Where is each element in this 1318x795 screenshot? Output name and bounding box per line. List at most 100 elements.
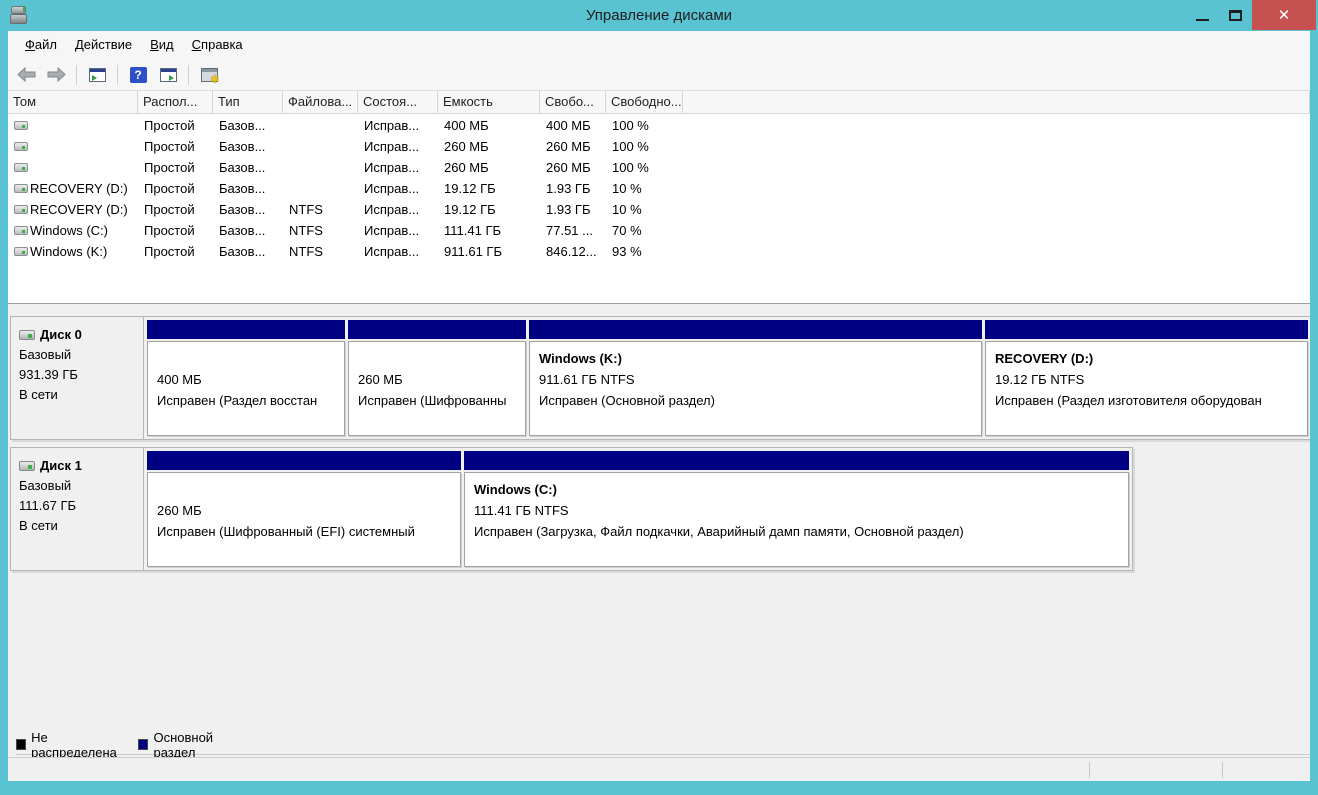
cell-layout: Простой: [138, 177, 213, 198]
close-button[interactable]: ✕: [1252, 0, 1316, 30]
title-bar[interactable]: Управление дисками ✕: [0, 0, 1318, 31]
table-row[interactable]: Простой Базов... Исправ... 260 МБ 260 МБ…: [8, 156, 1310, 177]
cell-filesystem: NTFS: [283, 240, 358, 261]
toolbar: ? ✱: [8, 59, 1310, 91]
cell-status: Исправ...: [358, 198, 438, 219]
cell-capacity: 260 МБ: [438, 135, 540, 156]
volume-name: Windows (C:): [30, 223, 108, 238]
table-row[interactable]: Простой Базов... Исправ... 260 МБ 260 МБ…: [8, 135, 1310, 156]
cell-free: 260 МБ: [540, 156, 606, 177]
partition-size: 911.61 ГБ NTFS: [539, 369, 981, 390]
volume-icon: [14, 163, 28, 172]
pane-splitter[interactable]: [8, 304, 1310, 312]
disk-management-icon[interactable]: ✱: [197, 63, 221, 87]
cell-type: Базов...: [213, 135, 283, 156]
partition-title: RECOVERY (D:): [995, 348, 1307, 369]
cell-type: Базов...: [213, 198, 283, 219]
cell-free: 1.93 ГБ: [540, 198, 606, 219]
cell-free-pct: 100 %: [606, 156, 683, 177]
table-row[interactable]: RECOVERY (D:) Простой Базов... NTFS Испр…: [8, 198, 1310, 219]
cell-capacity: 400 МБ: [438, 114, 540, 135]
disk1-label[interactable]: Диск 1 Базовый 111.67 ГБ В сети: [11, 448, 144, 570]
partition-efi-260mb[interactable]: 260 МБ Исправен (Шифрованны: [348, 320, 526, 436]
cell-free-pct: 100 %: [606, 135, 683, 156]
partition-title: Windows (K:): [539, 348, 981, 369]
disk-name: Диск 1: [40, 456, 82, 476]
partition-title: [358, 348, 525, 369]
cell-status: Исправ...: [358, 240, 438, 261]
disk-name: Диск 0: [40, 325, 82, 345]
cell-status: Исправ...: [358, 156, 438, 177]
volume-list-pane: Том Распол... Тип Файлова... Состоя... Е…: [8, 91, 1310, 304]
partition-title: [157, 348, 344, 369]
cell-free-pct: 100 %: [606, 114, 683, 135]
partition-color-bar: [529, 320, 982, 339]
disk-kind: Базовый: [19, 345, 139, 365]
menu-view[interactable]: Вид: [141, 32, 183, 58]
cell-layout: Простой: [138, 219, 213, 240]
col-filesystem[interactable]: Файлова...: [283, 91, 358, 113]
table-row[interactable]: RECOVERY (D:) Простой Базов... Исправ...…: [8, 177, 1310, 198]
back-icon[interactable]: [14, 63, 38, 87]
menu-file[interactable]: Файл: [16, 32, 66, 58]
col-free-pct[interactable]: Свободно...: [606, 91, 683, 113]
col-capacity[interactable]: Емкость: [438, 91, 540, 113]
volume-icon: [14, 184, 28, 193]
legend-primary-swatch: [138, 739, 148, 750]
cell-free: 400 МБ: [540, 114, 606, 135]
statusbar-separator: [1222, 762, 1223, 778]
disk0-label[interactable]: Диск 0 Базовый 931.39 ГБ В сети: [11, 317, 144, 439]
partition-color-bar: [348, 320, 526, 339]
partition-status: Исправен (Шифрованный (EFI) системный: [157, 521, 460, 542]
col-status[interactable]: Состоя...: [358, 91, 438, 113]
partition-size: 260 МБ: [157, 500, 460, 521]
minimize-button[interactable]: [1186, 0, 1219, 30]
volume-name: RECOVERY (D:): [30, 181, 128, 196]
partition-status: Исправен (Раздел восстан: [157, 390, 344, 411]
legend-primary-label: Основной раздел: [153, 730, 248, 758]
legend-unallocated-swatch: [16, 739, 26, 750]
help-icon[interactable]: ?: [126, 63, 150, 87]
partition-recovery-d[interactable]: RECOVERY (D:) 19.12 ГБ NTFS Исправен (Ра…: [985, 320, 1308, 436]
cell-filesystem: NTFS: [283, 198, 358, 219]
col-volume[interactable]: Том: [8, 91, 138, 113]
col-type[interactable]: Тип: [213, 91, 283, 113]
cell-free-pct: 10 %: [606, 177, 683, 198]
forward-icon[interactable]: [44, 63, 68, 87]
disk-icon: [19, 330, 35, 340]
partition-efi-system[interactable]: 260 МБ Исправен (Шифрованный (EFI) систе…: [147, 451, 461, 567]
menu-action[interactable]: Действие: [66, 32, 141, 58]
disk-row-0: Диск 0 Базовый 931.39 ГБ В сети 400 МБ И…: [10, 316, 1310, 440]
partition-windows-k[interactable]: Windows (K:) 911.61 ГБ NTFS Исправен (Ос…: [529, 320, 982, 436]
disk-kind: Базовый: [19, 476, 139, 496]
cell-free-pct: 93 %: [606, 240, 683, 261]
maximize-button[interactable]: [1219, 0, 1252, 30]
partition-color-bar: [985, 320, 1308, 339]
partition-windows-c[interactable]: Windows (C:) 111.41 ГБ NTFS Исправен (За…: [464, 451, 1129, 567]
table-row[interactable]: Windows (K:) Простой Базов... NTFS Испра…: [8, 240, 1310, 261]
disk-capacity: 111.67 ГБ: [19, 496, 139, 516]
cell-free: 1.93 ГБ: [540, 177, 606, 198]
col-layout[interactable]: Распол...: [138, 91, 213, 113]
action-pane-icon[interactable]: [156, 63, 180, 87]
statusbar-separator: [1089, 762, 1090, 778]
console-window-icon[interactable]: [85, 63, 109, 87]
table-row[interactable]: Windows (C:) Простой Базов... NTFS Испра…: [8, 219, 1310, 240]
window-title: Управление дисками: [0, 0, 1318, 31]
cell-status: Исправ...: [358, 177, 438, 198]
menu-help[interactable]: Справка: [183, 32, 252, 58]
cell-layout: Простой: [138, 135, 213, 156]
cell-free: 77.51 ...: [540, 219, 606, 240]
toolbar-separator: [117, 65, 118, 85]
table-row[interactable]: Простой Базов... Исправ... 400 МБ 400 МБ…: [8, 114, 1310, 135]
volume-icon: [14, 226, 28, 235]
cell-capacity: 260 МБ: [438, 156, 540, 177]
partition-status: Исправен (Основной раздел): [539, 390, 981, 411]
partition-recovery-400mb[interactable]: 400 МБ Исправен (Раздел восстан: [147, 320, 345, 436]
cell-layout: Простой: [138, 198, 213, 219]
legend-unallocated-label: Не распределена: [31, 730, 126, 758]
cell-filesystem: [283, 177, 358, 198]
cell-free: 846.12...: [540, 240, 606, 261]
menu-bar: Файл Действие Вид Справка: [8, 31, 1310, 59]
col-free[interactable]: Свобо...: [540, 91, 606, 113]
